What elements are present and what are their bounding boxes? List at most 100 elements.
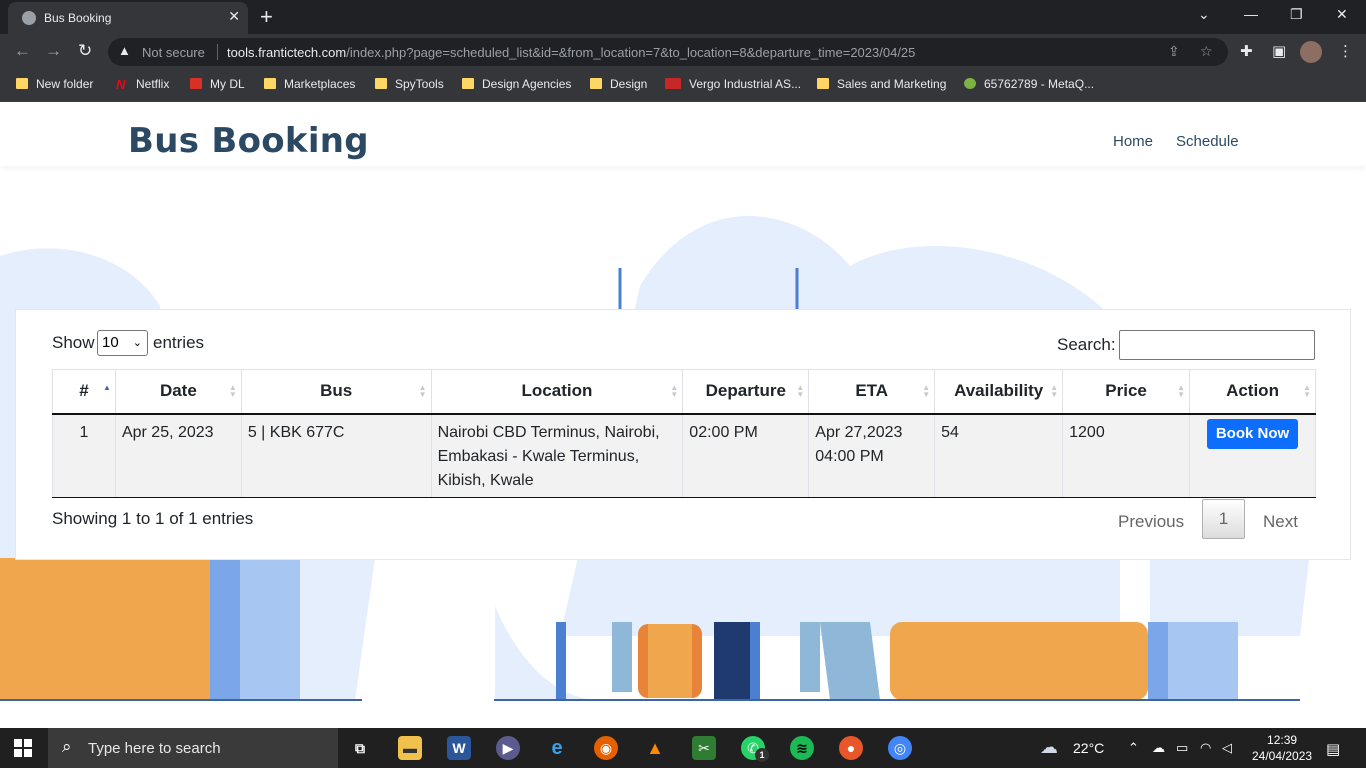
entries-label: entries bbox=[153, 333, 205, 352]
side-panel-icon[interactable]: ▣ bbox=[1272, 42, 1286, 60]
globe-icon bbox=[22, 11, 36, 25]
column-label: Availability bbox=[954, 381, 1044, 401]
bookmark-label: 65762789 - MetaQ... bbox=[984, 77, 1095, 91]
battery-icon[interactable]: ▭ bbox=[1176, 740, 1188, 756]
clock-time: 12:39 bbox=[1267, 733, 1298, 747]
nav-schedule[interactable]: Schedule bbox=[1176, 133, 1239, 150]
vergo-icon bbox=[665, 78, 681, 89]
column-label: Price bbox=[1105, 381, 1147, 401]
nav-home[interactable]: Home bbox=[1113, 133, 1153, 150]
task-view-icon[interactable]: ⧉ bbox=[348, 736, 372, 760]
internet-explorer-icon[interactable]: e bbox=[545, 736, 569, 760]
bookmark-label: My DL bbox=[210, 77, 245, 91]
menu-dots-icon[interactable]: ⋮ bbox=[1338, 42, 1353, 60]
spotify-icon[interactable]: ≋ bbox=[790, 736, 814, 760]
firefox-icon[interactable]: ◉ bbox=[594, 736, 618, 760]
site-header: Bus Booking Home Schedule bbox=[0, 103, 1366, 166]
bookmark-item[interactable]: My DL bbox=[190, 77, 245, 91]
file-explorer-icon[interactable]: ▬ bbox=[398, 736, 422, 760]
bookmark-star-icon[interactable]: ☆ bbox=[1200, 43, 1213, 60]
schedule-table-card: Show 10 ⌄ entries Search: # ▲ Date ▲ ▼ Bus ▲… bbox=[15, 309, 1351, 560]
column-header-eta[interactable]: ETA ▲ ▼ bbox=[808, 369, 936, 415]
site-brand[interactable]: Bus Booking bbox=[128, 121, 369, 161]
share-icon[interactable]: ⇪ bbox=[1168, 43, 1180, 60]
vlc-icon[interactable]: ▲ bbox=[643, 736, 667, 760]
volume-icon[interactable]: ◁ bbox=[1222, 740, 1232, 756]
windows-start-icon[interactable] bbox=[14, 739, 32, 757]
search-input[interactable] bbox=[1119, 330, 1315, 360]
sort-icon: ▲ ▼ bbox=[1050, 383, 1059, 399]
extensions-icon[interactable]: ✚ bbox=[1240, 42, 1253, 60]
column-header-location[interactable]: Location ▲ ▼ bbox=[430, 369, 684, 415]
weather-cloud-icon[interactable]: ☁ bbox=[1040, 737, 1058, 758]
column-label: Bus bbox=[320, 381, 353, 401]
bookmark-item[interactable]: Design Agencies bbox=[462, 77, 571, 91]
bookmark-label: Vergo Industrial AS... bbox=[689, 77, 802, 91]
close-tab-icon[interactable]: ✕ bbox=[228, 8, 240, 25]
bookmark-item[interactable]: Vergo Industrial AS... bbox=[665, 77, 801, 91]
onedrive-icon[interactable]: ☁ bbox=[1152, 740, 1165, 756]
tray-chevron-up-icon[interactable]: ⌃ bbox=[1128, 740, 1139, 756]
new-tab-button[interactable]: + bbox=[260, 4, 273, 30]
pagination-previous[interactable]: Previous bbox=[1118, 512, 1184, 532]
address-bar[interactable]: ▲ Not secure tools.frantictech.com/index… bbox=[108, 38, 1228, 66]
column-header-departure[interactable]: Departure ▲ ▼ bbox=[682, 369, 810, 415]
media-player-icon[interactable]: ▶ bbox=[496, 736, 520, 760]
whatsapp-badge: 1 bbox=[755, 748, 769, 762]
bookmark-item[interactable]: Design bbox=[590, 77, 647, 91]
folder-icon bbox=[264, 78, 276, 89]
book-now-button[interactable]: Book Now bbox=[1206, 418, 1299, 449]
pagination-next[interactable]: Next bbox=[1263, 512, 1298, 532]
column-header-availability[interactable]: Availability ▲ ▼ bbox=[934, 369, 1064, 415]
dl-icon bbox=[190, 78, 202, 89]
taskbar-search-placeholder: Type here to search bbox=[88, 740, 221, 757]
weather-temp[interactable]: 22°C bbox=[1073, 740, 1104, 756]
bookmark-label: Netflix bbox=[136, 77, 170, 91]
tab-title: Bus Booking bbox=[44, 11, 112, 25]
app-orange-icon[interactable]: ● bbox=[839, 736, 863, 760]
minimize-icon[interactable]: — bbox=[1244, 6, 1258, 22]
column-label: Location bbox=[521, 381, 593, 401]
excel-tool-icon[interactable]: ✂ bbox=[692, 736, 716, 760]
cell-action: Book Now bbox=[1189, 413, 1316, 498]
bookmark-item[interactable]: Sales and Marketing bbox=[817, 77, 946, 91]
sort-icon: ▲ ▼ bbox=[922, 383, 931, 399]
cell-eta: Apr 27,2023 04:00 PM bbox=[808, 413, 936, 498]
column-header-date[interactable]: Date ▲ ▼ bbox=[114, 369, 242, 415]
table-info: Showing 1 to 1 of 1 entries bbox=[52, 509, 254, 528]
bookmark-item[interactable]: New folder bbox=[16, 77, 93, 91]
search-label: Search: bbox=[1057, 335, 1116, 354]
tab-search-icon[interactable]: ⌄ bbox=[1198, 6, 1210, 23]
warning-icon[interactable]: ▲ bbox=[118, 43, 131, 58]
folder-icon bbox=[375, 78, 387, 89]
netflix-icon: N bbox=[116, 77, 126, 92]
restore-icon[interactable]: ❐ bbox=[1290, 6, 1303, 23]
entries-per-page-select[interactable]: 10 ⌄ bbox=[97, 330, 148, 356]
column-header-bus[interactable]: Bus ▲ ▼ bbox=[240, 369, 432, 415]
bookmark-item[interactable]: SpyTools bbox=[375, 77, 444, 91]
taskbar-search[interactable]: ⌕ Type here to search bbox=[48, 728, 338, 768]
system-clock[interactable]: 12:39 24/04/2023 bbox=[1252, 732, 1312, 764]
browser-tab[interactable]: Bus Booking ✕ bbox=[8, 2, 248, 34]
pagination-page-1[interactable]: 1 bbox=[1202, 499, 1245, 539]
word-icon[interactable]: W bbox=[447, 736, 471, 760]
url-text[interactable]: tools.frantictech.com/index.php?page=sch… bbox=[227, 45, 915, 60]
notifications-icon[interactable]: ▤ bbox=[1326, 740, 1340, 758]
wifi-icon[interactable]: ◠ bbox=[1200, 740, 1211, 756]
column-header-action[interactable]: Action ▲ ▼ bbox=[1189, 369, 1316, 415]
column-header-number[interactable]: # ▲ bbox=[52, 369, 116, 415]
chrome-icon[interactable]: ◎ bbox=[888, 736, 912, 760]
profile-avatar[interactable] bbox=[1300, 41, 1322, 63]
window-close-icon[interactable]: ✕ bbox=[1336, 6, 1348, 23]
not-secure-label[interactable]: Not secure bbox=[142, 45, 205, 60]
bookmark-item[interactable]: N Netflix bbox=[116, 77, 169, 92]
back-icon[interactable]: ← bbox=[14, 41, 31, 61]
bookmark-item[interactable]: Marketplaces bbox=[264, 77, 355, 91]
forward-icon[interactable]: → bbox=[45, 41, 62, 61]
reload-icon[interactable]: ↻ bbox=[78, 41, 92, 61]
column-label: Action bbox=[1226, 381, 1279, 401]
column-header-price[interactable]: Price ▲ ▼ bbox=[1062, 369, 1191, 415]
eta-time: 04:00 PM bbox=[815, 447, 884, 465]
sort-icon: ▲ ▼ bbox=[1303, 383, 1311, 399]
bookmark-item[interactable]: 65762789 - MetaQ... bbox=[964, 77, 1094, 91]
